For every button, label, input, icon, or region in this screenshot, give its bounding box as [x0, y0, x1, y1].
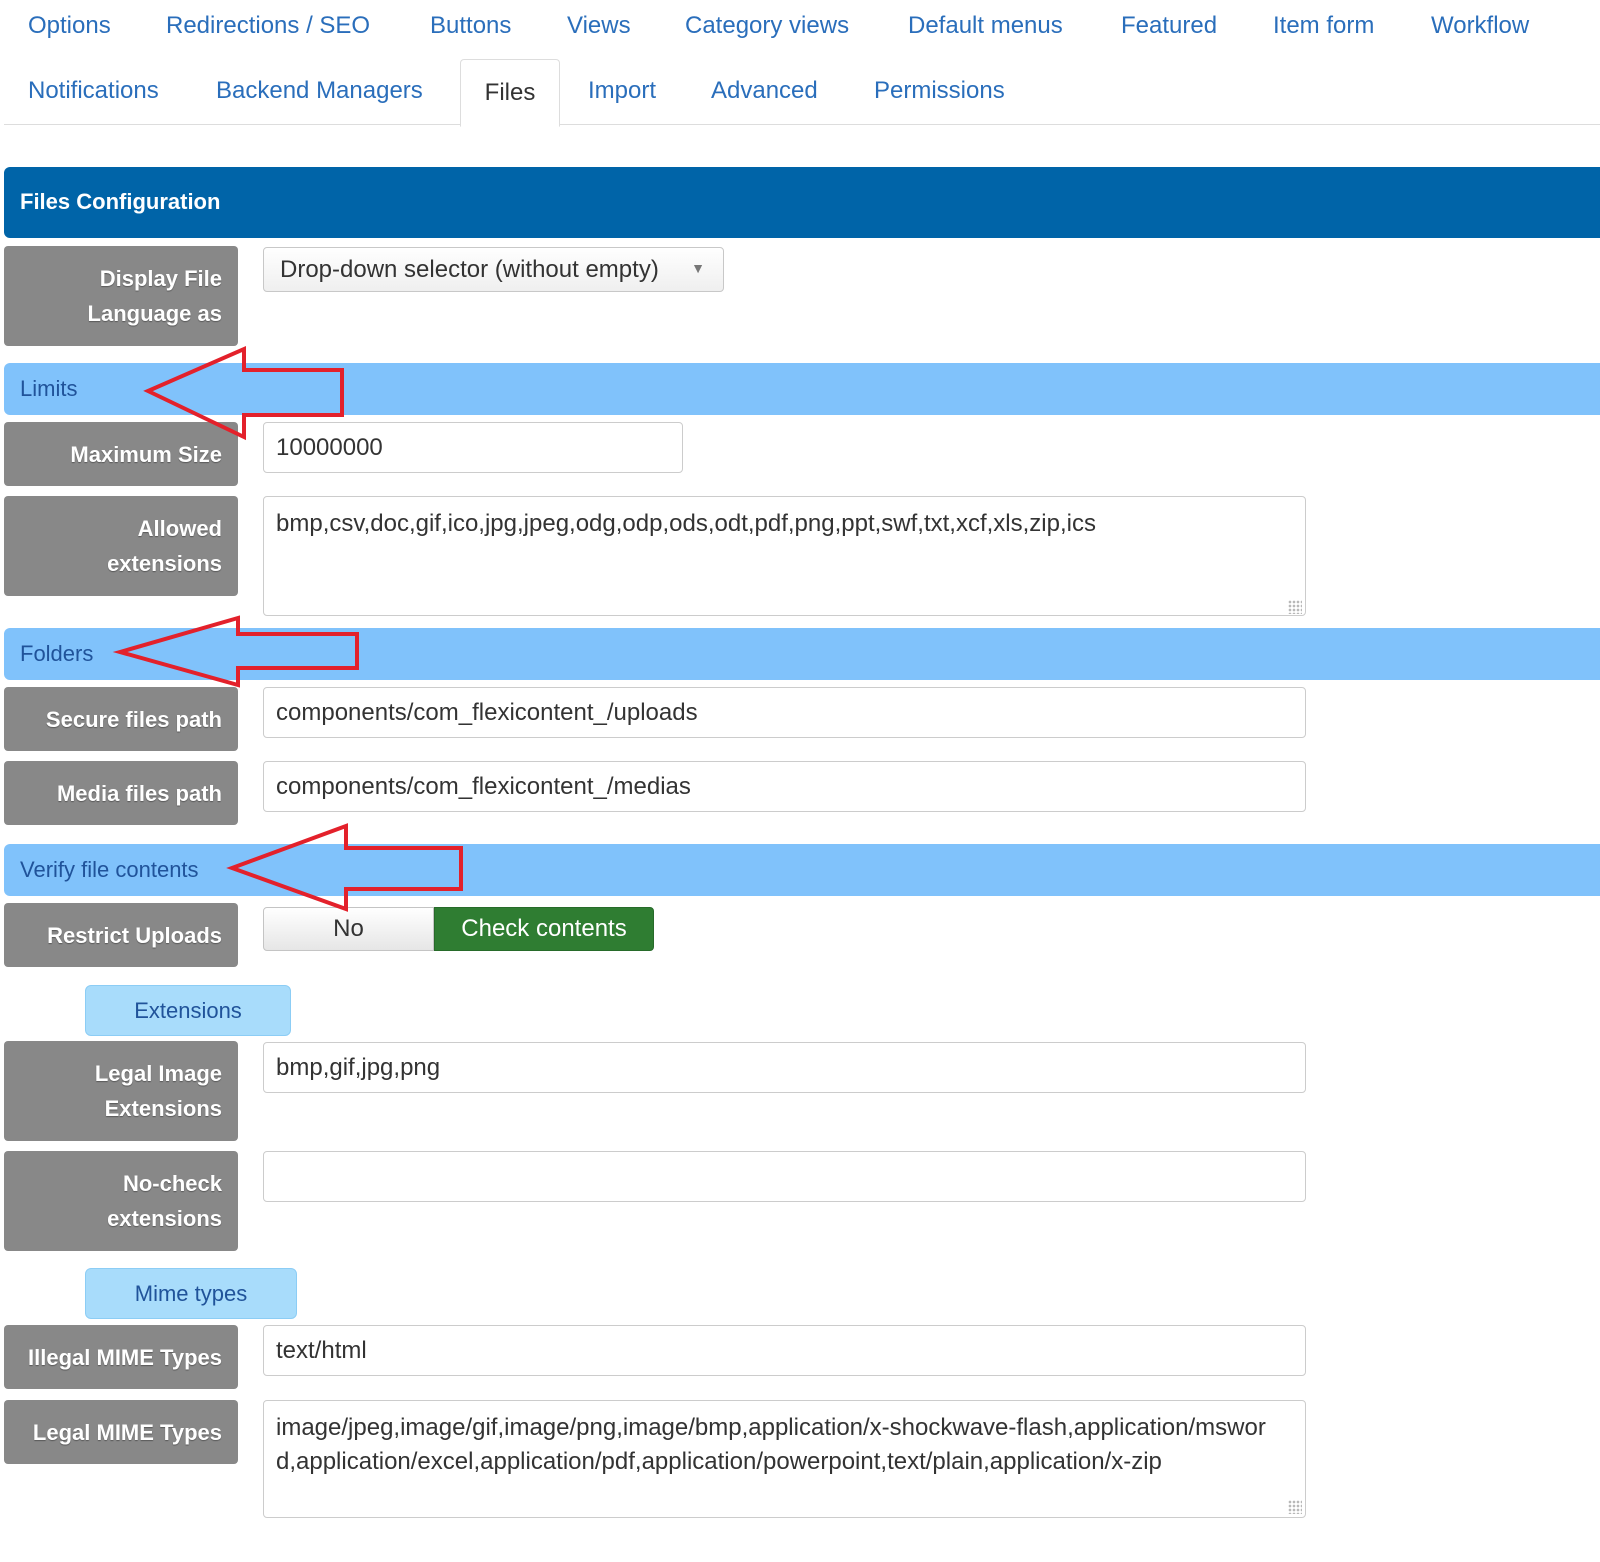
- tab-default-menus[interactable]: Default menus: [908, 12, 1063, 40]
- tab-backend-managers[interactable]: Backend Managers: [216, 77, 423, 105]
- tab-featured[interactable]: Featured: [1121, 12, 1217, 40]
- illegal-mime-types-input[interactable]: [263, 1325, 1306, 1376]
- legal-mime-types-textarea[interactable]: image/jpeg,image/gif,image/png,image/bmp…: [263, 1400, 1306, 1518]
- tab-advanced[interactable]: Advanced: [711, 77, 818, 105]
- caret-down-icon: ▼: [691, 260, 705, 276]
- limits-section-header: Limits: [4, 363, 1600, 415]
- no-check-extensions-label: No-check extensions: [4, 1151, 238, 1251]
- restrict-uploads-label: Restrict Uploads: [4, 903, 238, 967]
- tab-views[interactable]: Views: [567, 12, 631, 40]
- tab-redirections-seo[interactable]: Redirections / SEO: [166, 12, 370, 40]
- allowed-extensions-label: Allowed extensions: [4, 496, 238, 596]
- tab-notifications[interactable]: Notifications: [28, 77, 159, 105]
- tabs-underline: [4, 124, 1600, 125]
- maximum-size-label: Maximum Size: [4, 422, 238, 486]
- secure-files-path-input[interactable]: [263, 687, 1306, 738]
- restrict-uploads-check-contents-button[interactable]: Check contents: [434, 907, 654, 951]
- extensions-subheader: Extensions: [85, 985, 291, 1036]
- tab-category-views[interactable]: Category views: [685, 12, 849, 40]
- legal-image-extensions-label: Legal Image Extensions: [4, 1041, 238, 1141]
- secure-files-path-label: Secure files path: [4, 687, 238, 751]
- limits-section-title: Limits: [20, 376, 78, 401]
- legal-mime-types-label: Legal MIME Types: [4, 1400, 238, 1464]
- tab-workflow[interactable]: Workflow: [1431, 12, 1529, 40]
- media-files-path-label: Media files path: [4, 761, 238, 825]
- resize-grip-icon[interactable]: [1288, 600, 1302, 614]
- display-file-language-label: Display File Language as: [4, 246, 238, 346]
- tab-import[interactable]: Import: [588, 77, 656, 105]
- verify-file-contents-section-header: Verify file contents: [4, 844, 1600, 896]
- folders-section-header: Folders: [4, 628, 1600, 680]
- files-configuration-title: Files Configuration: [20, 189, 221, 214]
- mime-types-subheader: Mime types: [85, 1268, 297, 1319]
- display-file-language-value: Drop-down selector (without empty): [280, 256, 659, 283]
- tab-buttons[interactable]: Buttons: [430, 12, 511, 40]
- legal-image-extensions-input[interactable]: [263, 1042, 1306, 1093]
- display-file-language-select[interactable]: Drop-down selector (without empty) ▼: [263, 247, 724, 292]
- tab-files[interactable]: Files: [460, 59, 560, 127]
- resize-grip-icon[interactable]: [1288, 1500, 1302, 1514]
- restrict-uploads-no-button[interactable]: No: [263, 907, 434, 951]
- allowed-extensions-textarea[interactable]: bmp,csv,doc,gif,ico,jpg,jpeg,odg,odp,ods…: [263, 496, 1306, 616]
- media-files-path-input[interactable]: [263, 761, 1306, 812]
- verify-file-contents-section-title: Verify file contents: [20, 857, 199, 882]
- tab-item-form[interactable]: Item form: [1273, 12, 1374, 40]
- tab-permissions[interactable]: Permissions: [874, 77, 1005, 105]
- illegal-mime-types-label: Illegal MIME Types: [4, 1325, 238, 1389]
- files-configuration-header: Files Configuration: [4, 167, 1600, 238]
- maximum-size-input[interactable]: [263, 422, 683, 473]
- no-check-extensions-input[interactable]: [263, 1151, 1306, 1202]
- tab-options[interactable]: Options: [28, 12, 111, 40]
- folders-section-title: Folders: [20, 641, 94, 666]
